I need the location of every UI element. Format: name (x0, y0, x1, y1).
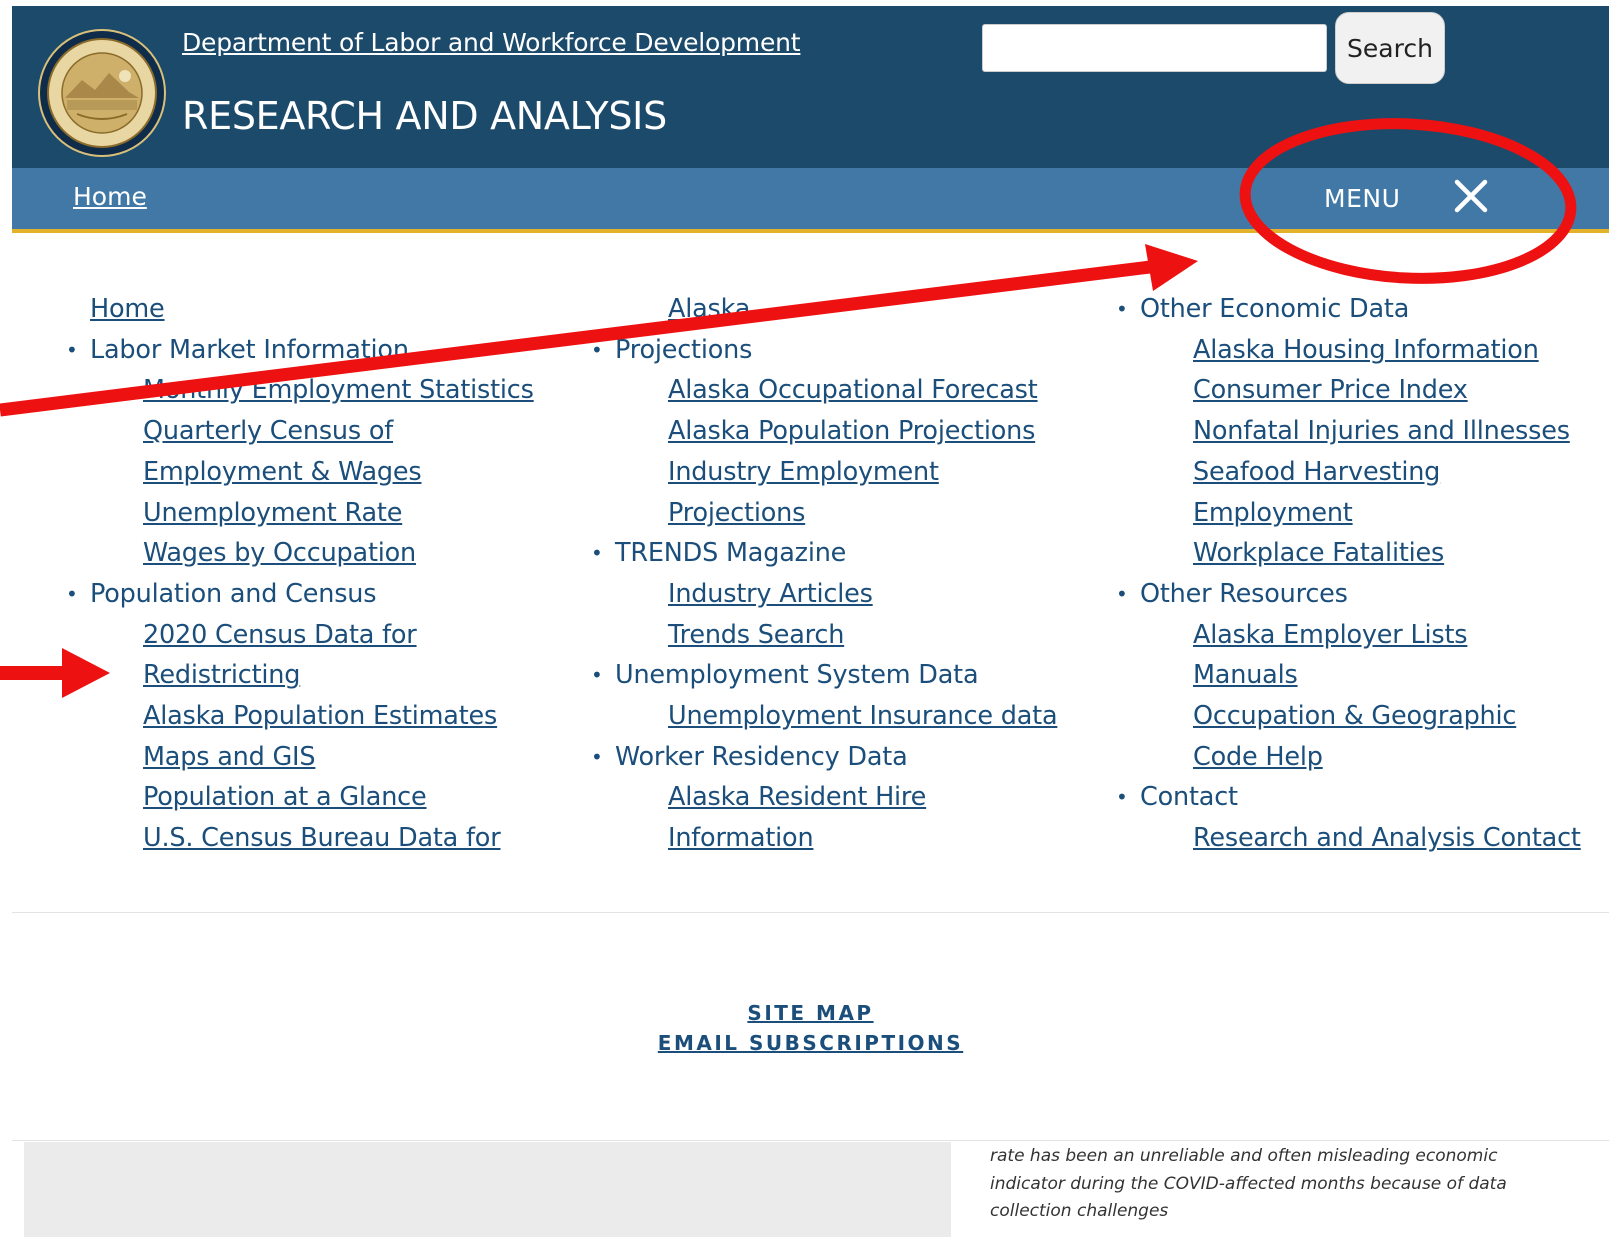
site-header: Department of Labor and Workforce Develo… (12, 6, 1609, 168)
menu-home-item: Home (90, 289, 534, 330)
link-redistricting[interactable]: Redistricting (143, 660, 300, 690)
link-seafood-harvesting[interactable]: Seafood Harvesting (1193, 457, 1440, 487)
search-input[interactable] (982, 24, 1327, 72)
link-occupation-geographic[interactable]: Occupation & Geographic (1193, 701, 1516, 731)
section-other-resources: Other Resources Alaska Employer Lists Ma… (1116, 574, 1581, 778)
section-heading-label[interactable]: Contact (1140, 782, 1238, 812)
link-workplace-fatalities[interactable]: Workplace Fatalities (1193, 538, 1444, 568)
nav-bar: Home MENU (12, 168, 1609, 233)
link-nonfatal-injuries[interactable]: Nonfatal Injuries and Illnesses (1193, 416, 1570, 446)
link-consumer-price-index[interactable]: Consumer Price Index (1193, 375, 1468, 405)
section-other-economic-data: Other Economic Data Alaska Housing Infor… (1116, 289, 1581, 574)
nav-home-link[interactable]: Home (73, 182, 147, 211)
link-code-help[interactable]: Code Help (1193, 742, 1323, 772)
menu-home-link[interactable]: Home (90, 294, 165, 324)
section-heading-label[interactable]: Population and Census (90, 579, 377, 609)
link-monthly-employment-statistics[interactable]: Monthly Employment Statistics (143, 375, 534, 405)
menu-column-3: Other Economic Data Alaska Housing Infor… (1116, 289, 1581, 859)
section-worker-residency-data: Worker Residency Data Alaska Resident Hi… (591, 737, 1057, 859)
link-alaska-overflow[interactable]: Alaska (668, 294, 750, 324)
section-contact: Contact Research and Analysis Contact (1116, 777, 1581, 858)
state-seal-icon[interactable] (37, 28, 167, 158)
link-manuals[interactable]: Manuals (1193, 660, 1298, 690)
link-research-analysis-contact[interactable]: Research and Analysis Contact (1193, 823, 1581, 853)
section-heading-label[interactable]: Other Resources (1140, 579, 1348, 609)
section-heading-label[interactable]: TRENDS Magazine (615, 538, 846, 568)
link-2020-census-data[interactable]: 2020 Census Data for (143, 620, 417, 650)
footer-links: SITE MAP EMAIL SUBSCRIPTIONS (0, 998, 1621, 1058)
section-unemployment-system-data: Unemployment System Data Unemployment In… (591, 655, 1058, 736)
link-alaska-employer-lists[interactable]: Alaska Employer Lists (1193, 620, 1468, 650)
link-us-census-bureau-data[interactable]: U.S. Census Bureau Data for (143, 823, 501, 853)
section-heading-label[interactable]: Other Economic Data (1140, 294, 1409, 324)
link-information[interactable]: Information (668, 823, 814, 853)
link-quarterly-census[interactable]: Quarterly Census of (143, 416, 393, 446)
link-industry-employment[interactable]: Industry Employment (668, 457, 939, 487)
section-trends-magazine: TRENDS Magazine Industry Articles Trends… (591, 533, 1057, 655)
menu-column-1: Home Labor Market Information Monthly Em… (66, 289, 534, 859)
annotation-arrow-shaft (0, 666, 66, 680)
site-title: RESEARCH AND ANALYSIS (182, 94, 667, 138)
link-employment[interactable]: Employment (1193, 498, 1353, 528)
link-wages-by-occupation[interactable]: Wages by Occupation (143, 538, 416, 568)
section-population-and-census: Population and Census 2020 Census Data f… (66, 574, 534, 859)
content-note-text: rate has been an unreliable and often mi… (990, 1146, 1507, 1221)
link-alaska-population-projections[interactable]: Alaska Population Projections (668, 416, 1035, 446)
search-button[interactable]: Search (1335, 12, 1445, 84)
link-unemployment-insurance-data[interactable]: Unemployment Insurance data (668, 701, 1058, 731)
divider (12, 912, 1609, 913)
department-link[interactable]: Department of Labor and Workforce Develo… (182, 28, 801, 57)
link-alaska-occupational-forecast[interactable]: Alaska Occupational Forecast (668, 375, 1038, 405)
link-alaska-population-estimates[interactable]: Alaska Population Estimates (143, 701, 497, 731)
link-alaska-resident-hire[interactable]: Alaska Resident Hire (668, 782, 926, 812)
link-trends-search[interactable]: Trends Search (668, 620, 844, 650)
link-alaska-housing-information[interactable]: Alaska Housing Information (1193, 335, 1539, 365)
email-subscriptions-link[interactable]: EMAIL SUBSCRIPTIONS (0, 1028, 1621, 1058)
close-icon[interactable] (1452, 177, 1490, 215)
annotation-arrow-head (1145, 244, 1198, 291)
menu-toggle-label[interactable]: MENU (1324, 184, 1400, 213)
section-heading-label[interactable]: Labor Market Information (90, 335, 409, 365)
section-heading-label[interactable]: Unemployment System Data (615, 660, 979, 690)
section-heading-label[interactable]: Worker Residency Data (615, 742, 908, 772)
link-employment-wages[interactable]: Employment & Wages (143, 457, 422, 487)
link-projections[interactable]: Projections (668, 498, 805, 528)
link-industry-articles[interactable]: Industry Articles (668, 579, 873, 609)
menu-column-2: Alaska Projections Alaska Occupational F… (591, 289, 1058, 859)
link-unemployment-rate[interactable]: Unemployment Rate (143, 498, 402, 528)
content-image-placeholder (24, 1142, 951, 1237)
divider (12, 1140, 1609, 1141)
link-population-at-a-glance[interactable]: Population at a Glance (143, 782, 427, 812)
section-heading-label[interactable]: Projections (615, 335, 752, 365)
section-labor-market-information: Labor Market Information Monthly Employm… (66, 330, 534, 574)
menu-overflow-item: Alaska (615, 289, 1057, 330)
site-map-link[interactable]: SITE MAP (0, 998, 1621, 1028)
section-projections: Projections Alaska Occupational Forecast… (591, 330, 1057, 534)
link-maps-and-gis[interactable]: Maps and GIS (143, 742, 316, 772)
